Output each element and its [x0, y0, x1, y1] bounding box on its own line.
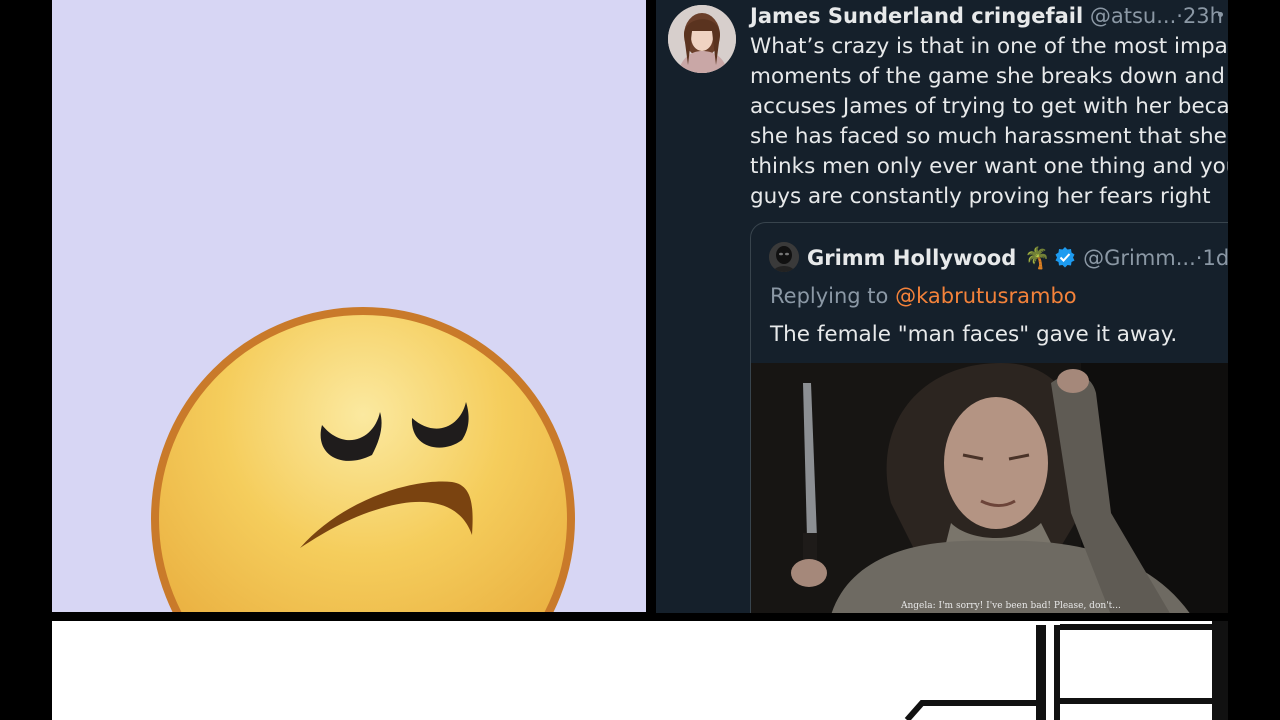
game-screenshot [751, 363, 1228, 613]
quote-avatar-image [769, 242, 799, 272]
sketch-drawing [904, 621, 1228, 720]
tweet-text-line: she has faced so much harassment that sh… [750, 124, 1227, 149]
tweet-header: James Sunderland cringefail @atsu...·23h [750, 1, 1223, 31]
palm-emoji: 🌴 [1024, 246, 1051, 270]
image-subtitle: Angela: I'm sorry! I've been bad! Please… [901, 601, 1121, 611]
verified-badge-icon [1055, 247, 1075, 268]
quoted-tweet[interactable]: Grimm Hollywood 🌴 @Grimm...·1d Replying t… [750, 222, 1228, 613]
emoji-panel [52, 0, 646, 612]
quote-author-name[interactable]: Grimm Hollywood [807, 246, 1016, 270]
more-options-icon[interactable] [1218, 12, 1223, 17]
quote-text: The female "man faces" gave it away. [770, 322, 1178, 347]
tweet-text: What’s crazy is that in one of the most … [750, 32, 1228, 212]
tweet-text-line: thinks men only ever want one thing and … [750, 154, 1228, 179]
quote-avatar[interactable] [769, 242, 799, 272]
separator: · [1176, 4, 1183, 28]
tweet-time[interactable]: 23h [1183, 4, 1223, 28]
tweet-text-line: guys are constantly proving her fears ri… [750, 184, 1211, 209]
tweet-text-line: moments of the game she breaks down and [750, 64, 1225, 89]
quote-time[interactable]: 1d [1202, 246, 1228, 270]
tweet-text-line: accuses James of trying to get with her … [750, 94, 1228, 119]
quote-header: Grimm Hollywood 🌴 @Grimm...·1d [807, 243, 1228, 273]
bottom-panel [52, 621, 1228, 720]
quote-handle[interactable]: @Grimm... [1083, 246, 1196, 270]
replying-prefix: Replying to [770, 284, 896, 308]
author-name[interactable]: James Sunderland cringefail [750, 4, 1083, 28]
tweet-text-line: What’s crazy is that in one of the most … [750, 34, 1228, 59]
mention-link[interactable]: @kabrutusrambo [895, 284, 1077, 308]
replying-to: Replying to @kabrutusrambo [770, 281, 1077, 311]
tweet-card: James Sunderland cringefail @atsu...·23h… [656, 0, 1228, 613]
avatar[interactable] [668, 5, 736, 73]
avatar-image [668, 5, 736, 73]
author-handle[interactable]: @atsu... [1090, 4, 1176, 28]
disappointed-face-icon [151, 307, 575, 612]
quote-image[interactable]: Angela: I'm sorry! I've been bad! Please… [751, 363, 1228, 613]
